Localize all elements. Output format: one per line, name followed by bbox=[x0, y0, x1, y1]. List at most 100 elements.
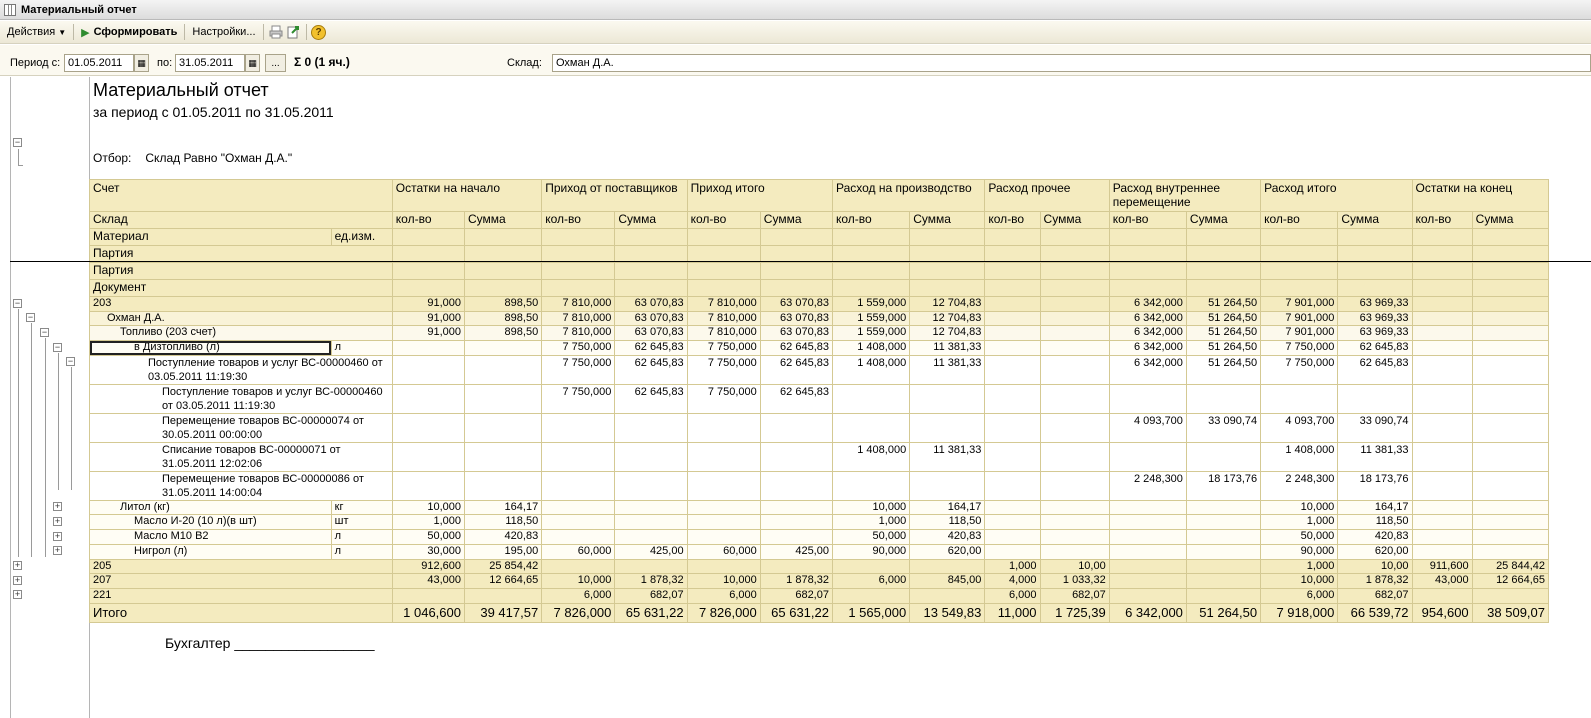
sum-cell[interactable]: 63 070,83 bbox=[614, 325, 688, 342]
qty-cell[interactable]: 2 248,300 bbox=[1260, 470, 1339, 501]
account-row[interactable]: 207 43,000 12 664,65 10,000 1 878,32 10,000 1 … bbox=[89, 573, 1550, 589]
export-button[interactable] bbox=[285, 23, 303, 41]
collapse-group-icon[interactable]: − bbox=[53, 342, 62, 352]
sum-cell[interactable]: 425,00 bbox=[614, 543, 688, 560]
qty-cell[interactable] bbox=[984, 325, 1041, 342]
unit-cell[interactable]: л bbox=[330, 529, 393, 545]
print-button[interactable] bbox=[267, 23, 285, 41]
sum-cell[interactable] bbox=[614, 514, 688, 531]
qty-cell[interactable]: 6 342,000 bbox=[1108, 340, 1187, 356]
qty-cell[interactable] bbox=[984, 441, 1041, 472]
sum-cell[interactable] bbox=[1039, 441, 1110, 472]
sum-cell[interactable] bbox=[759, 470, 833, 501]
qty-cell[interactable] bbox=[391, 354, 465, 385]
total-row[interactable]: Итого 1 046,600 39 417,57 7 826,000 65 631,2… bbox=[89, 602, 1550, 623]
material-row[interactable]: Масло М10 В2 л 50,000 420,83 50,000 420,83 50,… bbox=[89, 529, 1550, 545]
sum-cell[interactable] bbox=[1471, 470, 1550, 501]
row-label[interactable]: 205 bbox=[89, 558, 393, 575]
qty-cell[interactable]: 7 750,000 bbox=[541, 354, 616, 385]
qty-cell[interactable]: 6 342,000 bbox=[1108, 310, 1187, 327]
sum-cell[interactable] bbox=[909, 470, 986, 501]
sum-cell[interactable]: 420,83 bbox=[463, 529, 543, 545]
qty-cell[interactable] bbox=[831, 470, 911, 501]
sum-cell[interactable]: 63 070,83 bbox=[759, 325, 833, 342]
sum-cell[interactable]: 12 664,65 bbox=[463, 573, 543, 589]
sum-cell[interactable]: 1 878,32 bbox=[1337, 573, 1413, 589]
qty-cell[interactable]: 90,000 bbox=[831, 543, 911, 560]
sum-cell[interactable]: 12 704,83 bbox=[909, 310, 986, 327]
warehouse-input[interactable]: Охман Д.А. bbox=[552, 54, 1591, 72]
sum-cell[interactable] bbox=[614, 441, 688, 472]
row-label[interactable]: Литол (кг) bbox=[89, 499, 332, 516]
qty-cell[interactable] bbox=[1411, 499, 1473, 516]
material-row[interactable]: Нигрол (л) л 30,000 195,00 60,000 425,00 60,00… bbox=[89, 543, 1550, 560]
qty-cell[interactable]: 10,000 bbox=[686, 573, 761, 589]
sum-cell[interactable] bbox=[614, 558, 688, 575]
qty-cell[interactable] bbox=[1108, 573, 1187, 589]
sum-cell[interactable] bbox=[1471, 514, 1550, 531]
sum-cell[interactable] bbox=[1471, 441, 1550, 472]
qty-cell[interactable]: 1,000 bbox=[1260, 514, 1339, 531]
qty-cell[interactable] bbox=[1108, 514, 1187, 531]
qty-cell[interactable] bbox=[391, 587, 465, 604]
row-label[interactable]: Списание товаров ВС-00000071 от 31.05.20… bbox=[89, 441, 393, 472]
sum-cell[interactable]: 18 173,76 bbox=[1185, 470, 1262, 501]
document-row[interactable]: Списание товаров ВС-00000071 от 31.05.20… bbox=[89, 441, 1550, 472]
qty-cell[interactable]: 7 810,000 bbox=[541, 325, 616, 342]
qty-cell[interactable]: 10,000 bbox=[1260, 499, 1339, 516]
sum-cell[interactable] bbox=[759, 412, 833, 443]
qty-cell[interactable] bbox=[391, 412, 465, 443]
sum-cell[interactable]: 13 549,83 bbox=[909, 602, 986, 623]
material-row[interactable]: Литол (кг) кг 10,000 164,17 10,000 164,17 10,0… bbox=[89, 499, 1550, 516]
qty-cell[interactable] bbox=[1411, 310, 1473, 327]
sum-cell[interactable]: 51 264,50 bbox=[1185, 296, 1262, 312]
qty-cell[interactable] bbox=[1411, 354, 1473, 385]
qty-cell[interactable]: 7 810,000 bbox=[541, 296, 616, 312]
sum-cell[interactable] bbox=[463, 441, 543, 472]
sum-cell[interactable] bbox=[909, 558, 986, 575]
help-button[interactable]: ? bbox=[310, 23, 328, 41]
period-from-input[interactable]: 01.05.2011 bbox=[64, 54, 134, 72]
qty-cell[interactable]: 1,000 bbox=[984, 558, 1041, 575]
sum-cell[interactable] bbox=[1039, 529, 1110, 545]
unit-cell[interactable]: шт bbox=[330, 514, 393, 531]
sum-cell[interactable]: 118,50 bbox=[1337, 514, 1413, 531]
qty-cell[interactable] bbox=[1411, 514, 1473, 531]
qty-cell[interactable] bbox=[1411, 383, 1473, 414]
collapse-group-icon[interactable]: − bbox=[66, 357, 75, 367]
sum-cell[interactable] bbox=[1471, 587, 1550, 604]
generate-button[interactable]: ▶ Сформировать bbox=[77, 23, 181, 42]
sum-cell[interactable]: 62 645,83 bbox=[759, 354, 833, 385]
qty-cell[interactable] bbox=[686, 441, 761, 472]
row-label[interactable]: Топливо (203 счет) bbox=[89, 325, 393, 342]
qty-cell[interactable] bbox=[1411, 296, 1473, 312]
qty-cell[interactable] bbox=[1411, 441, 1473, 472]
qty-cell[interactable] bbox=[541, 529, 616, 545]
qty-cell[interactable] bbox=[541, 412, 616, 443]
qty-cell[interactable]: 1,000 bbox=[831, 514, 911, 531]
qty-cell[interactable]: 1 046,600 bbox=[391, 602, 465, 623]
sum-cell[interactable] bbox=[1471, 499, 1550, 516]
sum-cell[interactable]: 11 381,33 bbox=[909, 354, 986, 385]
document-row[interactable]: Перемещение товаров ВС-00000086 от 31.05… bbox=[89, 470, 1550, 501]
sum-cell[interactable]: 62 645,83 bbox=[614, 354, 688, 385]
sum-cell[interactable] bbox=[463, 587, 543, 604]
qty-cell[interactable]: 4 093,700 bbox=[1108, 412, 1187, 443]
sum-cell[interactable] bbox=[463, 412, 543, 443]
sum-cell[interactable] bbox=[1185, 543, 1262, 560]
sum-cell[interactable] bbox=[614, 412, 688, 443]
qty-cell[interactable]: 911,600 bbox=[1411, 558, 1473, 575]
sum-cell[interactable] bbox=[614, 529, 688, 545]
account-row[interactable]: 221 6,000 682,07 6,000 682,07 6,000 682,07 6,00… bbox=[89, 587, 1550, 604]
sum-cell[interactable]: 66 539,72 bbox=[1337, 602, 1413, 623]
qty-cell[interactable] bbox=[831, 383, 911, 414]
qty-cell[interactable]: 7 810,000 bbox=[686, 310, 761, 327]
qty-cell[interactable]: 50,000 bbox=[831, 529, 911, 545]
period-select-button[interactable]: ... bbox=[265, 54, 286, 72]
row-label[interactable]: Поступление товаров и услуг ВС-00000460 … bbox=[89, 354, 393, 385]
material-row[interactable]: Масло И-20 (10 л)(в шт) шт 1,000 118,50 1,00… bbox=[89, 514, 1550, 531]
expand-group-icon[interactable]: + bbox=[13, 561, 22, 570]
sum-cell[interactable]: 118,50 bbox=[463, 514, 543, 531]
sum-cell[interactable] bbox=[1185, 587, 1262, 604]
sum-cell[interactable]: 620,00 bbox=[1337, 543, 1413, 560]
